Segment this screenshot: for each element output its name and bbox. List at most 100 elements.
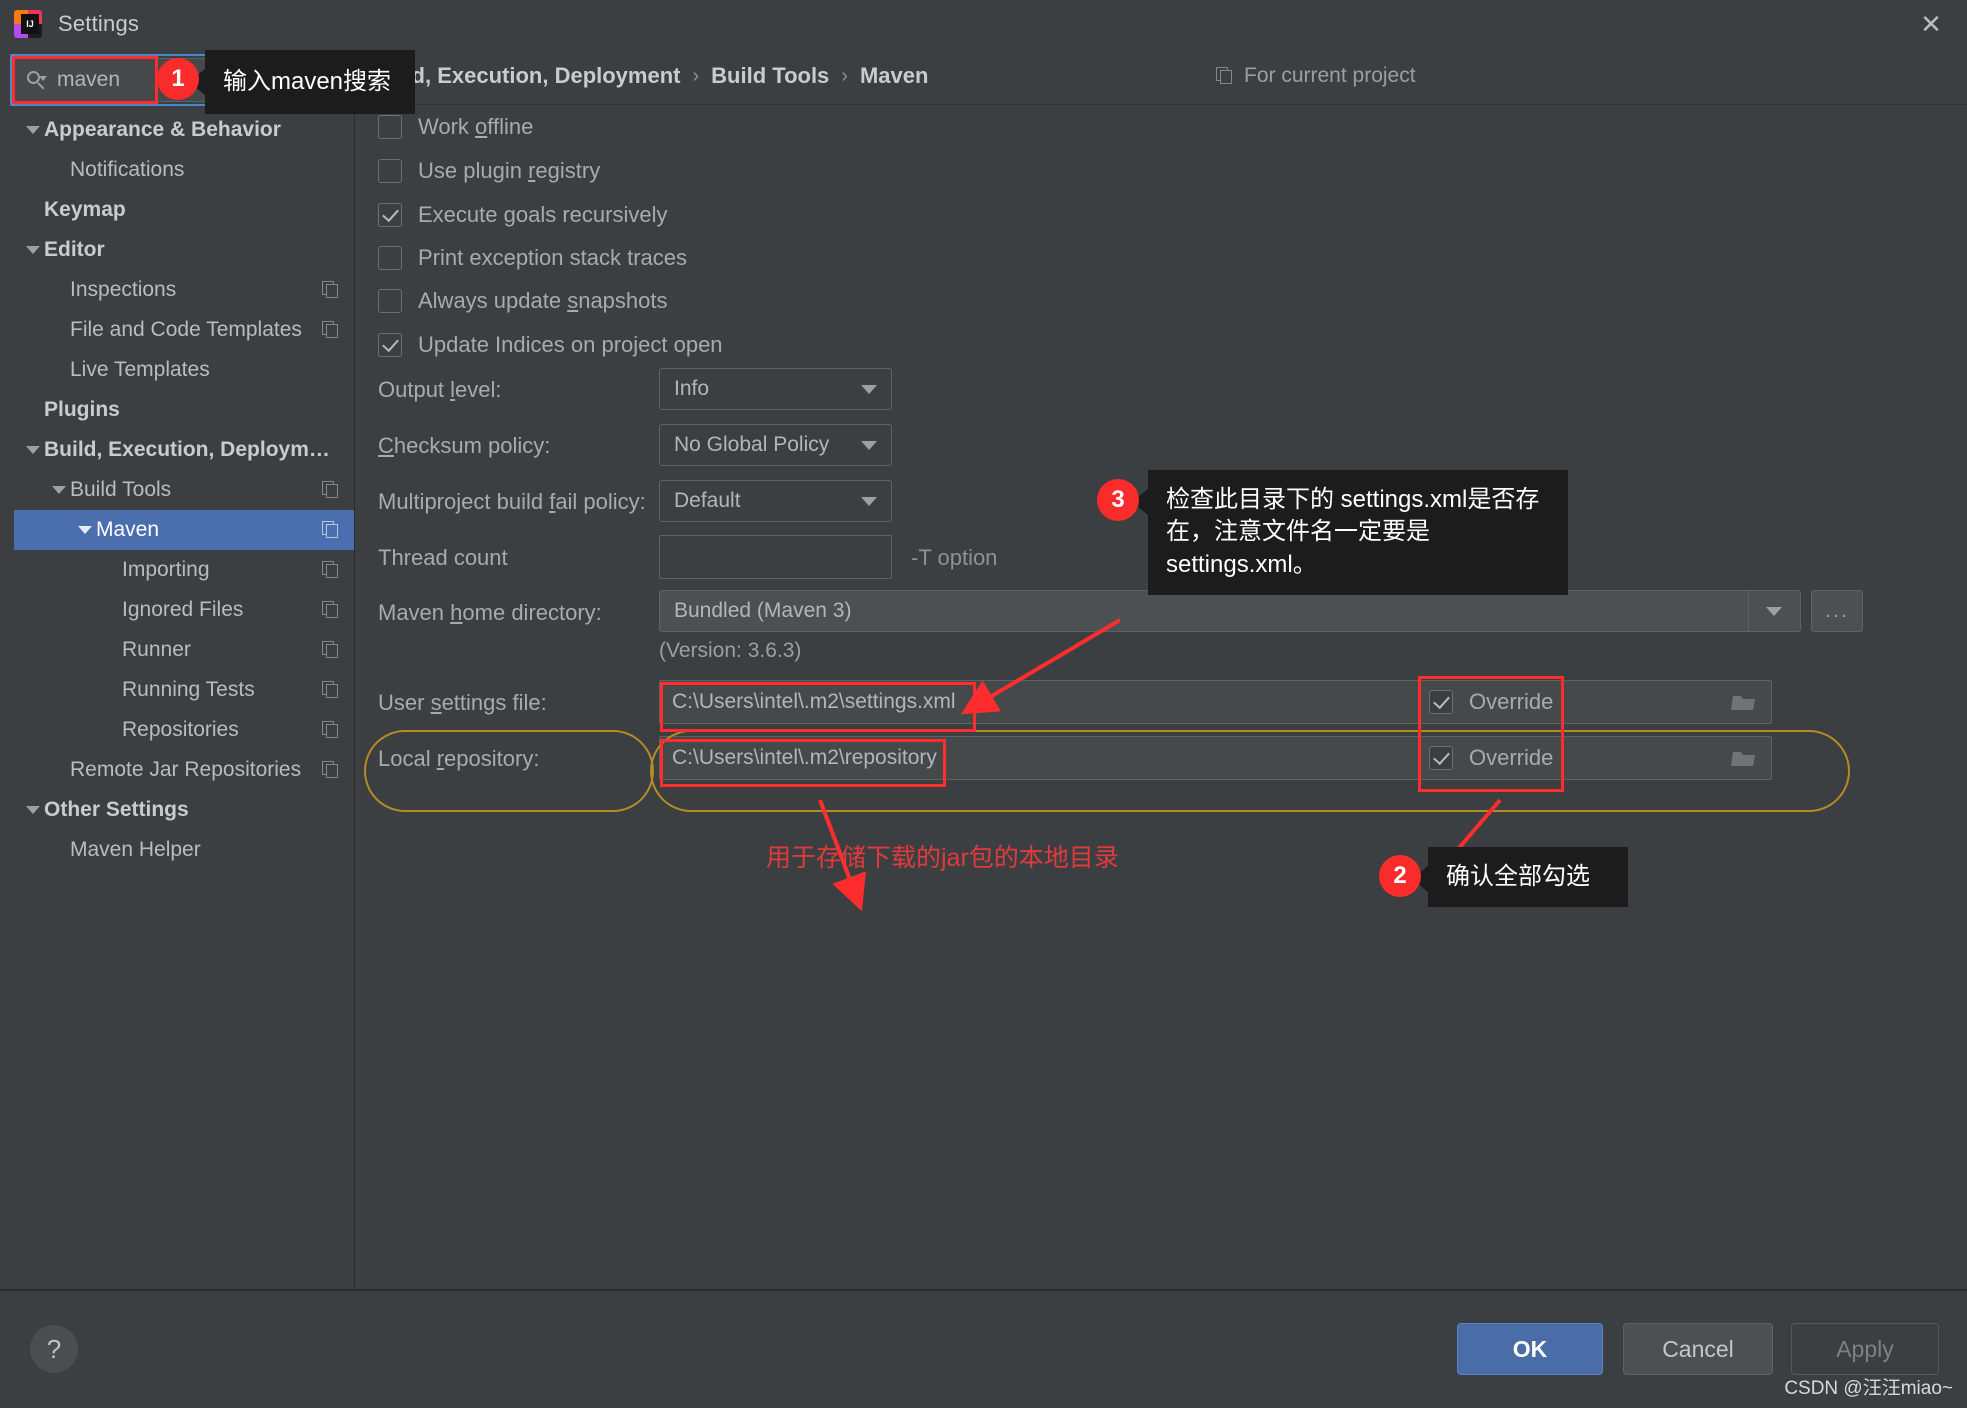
checkbox-label: Execute goals recursively [418, 202, 668, 227]
search-icon[interactable] [25, 69, 47, 91]
checkbox-box[interactable] [378, 203, 402, 227]
cancel-button[interactable]: Cancel [1623, 1323, 1773, 1375]
checkbox-box[interactable] [378, 246, 402, 270]
copy-icon[interactable] [322, 601, 340, 619]
checkbox-execute-goals-recursively[interactable]: Execute goals recursively [378, 198, 667, 232]
local-repository-value: C:\Users\intel\.m2\repository [672, 746, 937, 769]
maven-home-directory-value: Bundled (Maven 3) [674, 599, 852, 622]
copy-icon[interactable] [322, 281, 340, 299]
folder-icon[interactable] [1731, 748, 1757, 768]
checkbox-label: Always update snapshots [418, 288, 668, 313]
checkbox-label: Update Indices on project open [418, 332, 723, 357]
checkbox-box[interactable] [1429, 690, 1453, 714]
copy-icon[interactable] [322, 481, 340, 499]
settings-dialog: IJ Settings ✕ Appearance & Behavior Notif… [0, 0, 1967, 1408]
maven-home-browse-button[interactable]: ... [1811, 590, 1863, 632]
checkbox-override-user-settings[interactable]: Override [1429, 685, 1553, 719]
breadcrumb-separator-1: › [692, 64, 700, 87]
sidebar-item-build-execution-deployment[interactable]: Build, Execution, Deployment [14, 430, 354, 470]
folder-icon[interactable] [1731, 692, 1757, 712]
annotation-bubble-3: 检查此目录下的 settings.xml是否存在，注意文件名一定要是 setti… [1132, 470, 1568, 596]
sidebar-divider [354, 110, 355, 1295]
sidebar-item-maven[interactable]: Maven [14, 510, 354, 550]
checkbox-work-offline[interactable]: Work offline [378, 110, 533, 144]
sidebar-item-label: Live Templates [70, 358, 210, 381]
checkbox-box[interactable] [378, 333, 402, 357]
close-icon[interactable]: ✕ [1911, 8, 1951, 40]
chevron-down-icon[interactable] [861, 497, 877, 506]
chevron-down-icon[interactable] [74, 526, 96, 534]
breadcrumb-crumb-3[interactable]: Maven [860, 63, 928, 89]
checkbox-box[interactable] [1429, 746, 1453, 770]
chevron-down-icon[interactable] [22, 446, 44, 454]
sidebar-item-inspections[interactable]: Inspections [14, 270, 354, 310]
checkbox-label: Override [1469, 689, 1554, 714]
help-icon[interactable]: ? [30, 1325, 78, 1373]
header-divider [356, 104, 1967, 105]
multiproject-fail-policy-select[interactable]: Default [659, 480, 892, 522]
sidebar-item-remote-jar-repositories[interactable]: Remote Jar Repositories [14, 750, 354, 790]
sidebar-item-label: Plugins [44, 398, 120, 421]
chevron-down-icon[interactable] [861, 385, 877, 394]
sidebar-item-label: Keymap [44, 198, 126, 221]
settings-tree[interactable]: Appearance & Behavior Notifications Keymap… [14, 110, 354, 1290]
chevron-down-icon[interactable] [22, 246, 44, 254]
sidebar-item-file-and-code-templates[interactable]: File and Code Templates [14, 310, 354, 350]
sidebar-item-label: Maven [96, 518, 160, 541]
sidebar-item-live-templates[interactable]: Live Templates [14, 350, 354, 390]
thread-count-input[interactable] [659, 535, 892, 579]
chevron-down-icon[interactable] [48, 486, 70, 494]
checkbox-box[interactable] [378, 289, 402, 313]
breadcrumb-crumb-2[interactable]: Build Tools [711, 63, 829, 89]
sidebar-item-other-settings[interactable]: Other Settings [14, 790, 354, 830]
breadcrumb-crumb-1[interactable]: Build, Execution, Deployment [370, 63, 680, 89]
sidebar-item-build-tools[interactable]: Build Tools [14, 470, 354, 510]
copy-icon[interactable] [322, 641, 340, 659]
annotation-text-2: 确认全部勾选 [1446, 863, 1590, 890]
copy-icon[interactable] [322, 721, 340, 739]
sidebar-item-runner[interactable]: Runner [14, 630, 354, 670]
main-panel: Build, Execution, Deployment › Build Too… [356, 48, 1967, 1290]
sidebar-item-label: Ignored Files [122, 598, 244, 621]
sidebar-item-label: Repositories [122, 718, 239, 741]
sidebar-item-plugins[interactable]: Plugins [14, 390, 354, 430]
user-settings-file-input[interactable]: C:\Users\intel\.m2\settings.xml [659, 680, 1772, 724]
sidebar-item-label: Editor [44, 238, 105, 261]
copy-icon[interactable] [322, 761, 340, 779]
output-level-select[interactable]: Info [659, 368, 892, 410]
maven-home-directory-select[interactable]: Bundled (Maven 3) [659, 590, 1801, 632]
local-repository-input[interactable]: C:\Users\intel\.m2\repository [659, 736, 1772, 780]
sidebar-item-label: Inspections [70, 278, 177, 301]
scope-indicator[interactable]: For current project [1216, 56, 1416, 96]
multiproject-fail-policy-label: Multiproject build fail policy: [378, 489, 646, 514]
checkbox-box[interactable] [378, 159, 402, 183]
checksum-policy-select[interactable]: No Global Policy [659, 424, 892, 466]
checkbox-override-local-repository[interactable]: Override [1429, 741, 1553, 775]
breadcrumb: Build, Execution, Deployment › Build Too… [370, 56, 928, 96]
sidebar-item-appearance-behavior[interactable]: Appearance & Behavior [14, 110, 354, 150]
sidebar-item-maven-helper[interactable]: Maven Helper [14, 830, 354, 870]
annotation-bubble-2: 确认全部勾选 [1412, 847, 1628, 908]
checkbox-update-indices-on-project-open[interactable]: Update Indices on project open [378, 328, 723, 362]
sidebar-item-notifications[interactable]: Notifications [14, 150, 354, 190]
sidebar-item-keymap[interactable]: Keymap [14, 190, 354, 230]
sidebar-item-running-tests[interactable]: Running Tests [14, 670, 354, 710]
copy-icon[interactable] [322, 521, 340, 539]
chevron-down-icon[interactable] [861, 441, 877, 450]
sidebar-item-ignored-files[interactable]: Ignored Files [14, 590, 354, 630]
sidebar-item-label: Notifications [70, 158, 185, 181]
sidebar-item-importing[interactable]: Importing [14, 550, 354, 590]
checkbox-box[interactable] [378, 115, 402, 139]
sidebar-item-editor[interactable]: Editor [14, 230, 354, 270]
copy-icon[interactable] [322, 321, 340, 339]
copy-icon[interactable] [322, 561, 340, 579]
checkbox-always-update-snapshots[interactable]: Always update snapshots [378, 284, 668, 318]
chevron-down-icon[interactable] [22, 126, 44, 134]
sidebar-item-repositories[interactable]: Repositories [14, 710, 354, 750]
checkbox-print-exception-stack-traces[interactable]: Print exception stack traces [378, 241, 687, 275]
checkbox-use-plugin-registry[interactable]: Use plugin registry [378, 154, 600, 188]
copy-icon[interactable] [322, 681, 340, 699]
ok-button[interactable]: OK [1457, 1323, 1603, 1375]
chevron-down-icon[interactable] [1766, 607, 1782, 616]
chevron-down-icon[interactable] [22, 806, 44, 814]
